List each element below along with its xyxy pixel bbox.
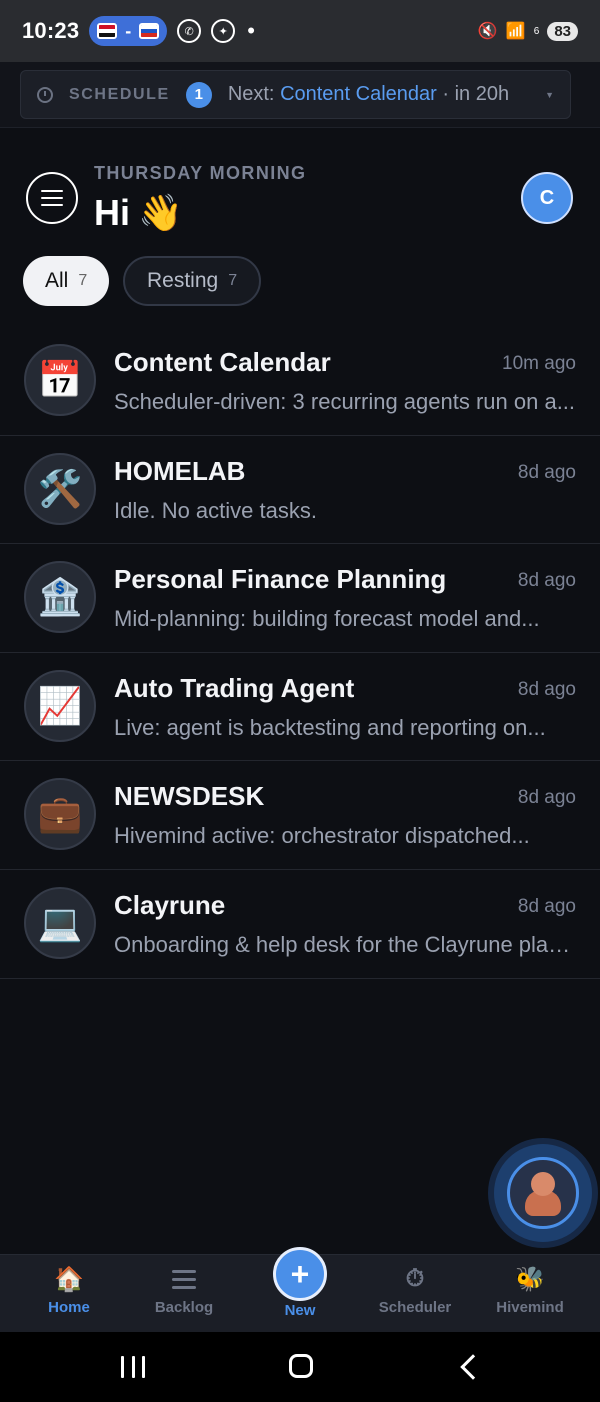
- filter-chip-label: Resting: [147, 269, 219, 292]
- stopwatch-icon: [37, 86, 53, 103]
- list-item-subtitle: Mid-planning: building forecast model an…: [114, 606, 540, 632]
- list-item-subtitle: Live: agent is backtesting and reporting…: [114, 714, 546, 740]
- list-item[interactable]: 📈 Auto Trading Agent 8d ago Live: agent …: [0, 653, 600, 762]
- chart-up-icon: 📈: [24, 669, 96, 742]
- list-item-subtitle: Idle. No active tasks.: [114, 497, 317, 523]
- stopwatch-icon: ⏱: [405, 1265, 425, 1292]
- buddha-icon: [523, 1170, 563, 1216]
- greeting-subtitle: THURSDAY MORNING: [94, 163, 307, 183]
- filter-chip-resting[interactable]: Resting 7: [123, 256, 262, 306]
- project-list: 📅 Content Calendar 10m ago Scheduler-dri…: [0, 327, 600, 979]
- list-item-subtitle: Onboarding & help desk for the Clayrune …: [114, 931, 576, 957]
- greeting-title: Hi 👋: [94, 192, 183, 234]
- list-item-title: HOMELAB: [114, 455, 246, 486]
- list-item-title: Auto Trading Agent: [114, 672, 355, 703]
- schedule-next-prefix: Next:: [227, 83, 281, 105]
- flag-egypt-icon: [97, 23, 118, 39]
- calendar-icon: 📅: [24, 344, 96, 416]
- nav-new-label: New: [284, 1302, 316, 1319]
- list-item[interactable]: 💼 NEWSDESK 8d ago Hivemind active: orche…: [0, 761, 600, 870]
- status-bar: 10:23 - ✆ ✦ • 🔇 📶 6 83: [0, 0, 600, 62]
- status-flags-pill: -: [89, 16, 168, 46]
- wifi-icon: 📶: [505, 23, 526, 40]
- app-notification-icon: ✦: [211, 19, 236, 43]
- nav-hivemind[interactable]: 🐝 Hivemind: [475, 1265, 585, 1317]
- list-item-title: Clayrune: [114, 889, 226, 920]
- notification-dot-icon: •: [247, 18, 255, 43]
- list-item-subtitle: Hivemind active: orchestrator dispatched…: [114, 823, 530, 849]
- status-dash: -: [125, 20, 132, 41]
- chevron-down-icon[interactable]: ▼: [545, 90, 554, 100]
- list-item-subtitle: Scheduler-driven: 3 recurring agents run…: [114, 389, 576, 414]
- list-item-time: 8d ago: [517, 787, 576, 809]
- nav-backlog[interactable]: Backlog: [129, 1265, 239, 1316]
- bank-icon: 🏦: [24, 561, 96, 634]
- assistant-avatar: [507, 1157, 579, 1229]
- list-item-time: 8d ago: [517, 678, 576, 700]
- filter-chip-all[interactable]: All 7: [23, 256, 110, 306]
- list-item[interactable]: 💻 Clayrune 8d ago Onboarding & help desk…: [0, 870, 600, 979]
- recent-apps-button[interactable]: [121, 1356, 145, 1378]
- schedule-next: Next: Content Calendar · in 20h: [228, 83, 509, 106]
- schedule-banner-area: SCHEDULE 1 Next: Content Calendar · in 2…: [0, 62, 600, 128]
- signal-superscript: 6: [533, 25, 540, 37]
- filter-chip-label: All: [45, 269, 69, 292]
- status-time: 10:23: [22, 18, 80, 43]
- list-item-title: Personal Finance Planning: [114, 564, 447, 595]
- whatsapp-icon: ✆: [177, 19, 202, 43]
- list-item-time: 10m ago: [502, 353, 576, 374]
- list-item[interactable]: 🏦 Personal Finance Planning 8d ago Mid-p…: [0, 544, 600, 653]
- home-icon: 🏠: [54, 1265, 84, 1293]
- assistant-fab-button[interactable]: [494, 1144, 592, 1242]
- nav-scheduler[interactable]: ⏱ Scheduler: [360, 1265, 470, 1316]
- filter-chip-count: 7: [228, 272, 238, 289]
- filter-chip-count: 7: [78, 272, 88, 289]
- laptop-icon: 💻: [24, 886, 96, 959]
- schedule-next-suffix: · in 20h: [436, 83, 510, 105]
- system-nav-bar: [0, 1332, 600, 1402]
- status-right-group: 🔇 📶 6 83: [478, 21, 578, 41]
- list-icon: [172, 1265, 196, 1293]
- home-system-button[interactable]: [289, 1354, 313, 1378]
- nav-home[interactable]: 🏠 Home: [14, 1265, 124, 1317]
- flag-russia-icon: [139, 23, 160, 39]
- nav-backlog-label: Backlog: [154, 1299, 214, 1316]
- schedule-label: SCHEDULE: [69, 85, 170, 103]
- avatar[interactable]: C: [521, 172, 573, 224]
- nav-scheduler-label: Scheduler: [378, 1299, 452, 1316]
- briefcase-icon: 💼: [24, 778, 96, 851]
- new-button[interactable]: +: [273, 1247, 327, 1301]
- list-item[interactable]: 📅 Content Calendar 10m ago Scheduler-dri…: [0, 327, 600, 436]
- bee-icon: 🐝: [515, 1265, 545, 1293]
- list-item-title: NEWSDESK: [114, 781, 265, 812]
- mute-icon: 🔇: [477, 23, 498, 40]
- schedule-banner[interactable]: SCHEDULE 1 Next: Content Calendar · in 2…: [20, 70, 571, 119]
- nav-hivemind-label: Hivemind: [496, 1299, 564, 1316]
- list-item-time: 8d ago: [517, 461, 576, 483]
- greeting-text: Hi: [94, 192, 130, 233]
- waving-hand-icon: 👋: [138, 192, 183, 233]
- back-button[interactable]: [460, 1354, 486, 1380]
- nav-home-label: Home: [48, 1299, 90, 1316]
- list-item[interactable]: 🛠️ HOMELAB 8d ago Idle. No active tasks.: [0, 436, 600, 545]
- list-item-time: 8d ago: [517, 895, 576, 917]
- menu-button[interactable]: [26, 172, 78, 224]
- tools-icon: 🛠️: [24, 452, 96, 525]
- schedule-count-badge: 1: [185, 81, 212, 108]
- list-item-title: Content Calendar: [114, 347, 331, 377]
- battery-indicator: 83: [547, 21, 578, 41]
- list-item-time: 8d ago: [517, 570, 576, 592]
- schedule-next-link[interactable]: Content Calendar: [280, 83, 437, 105]
